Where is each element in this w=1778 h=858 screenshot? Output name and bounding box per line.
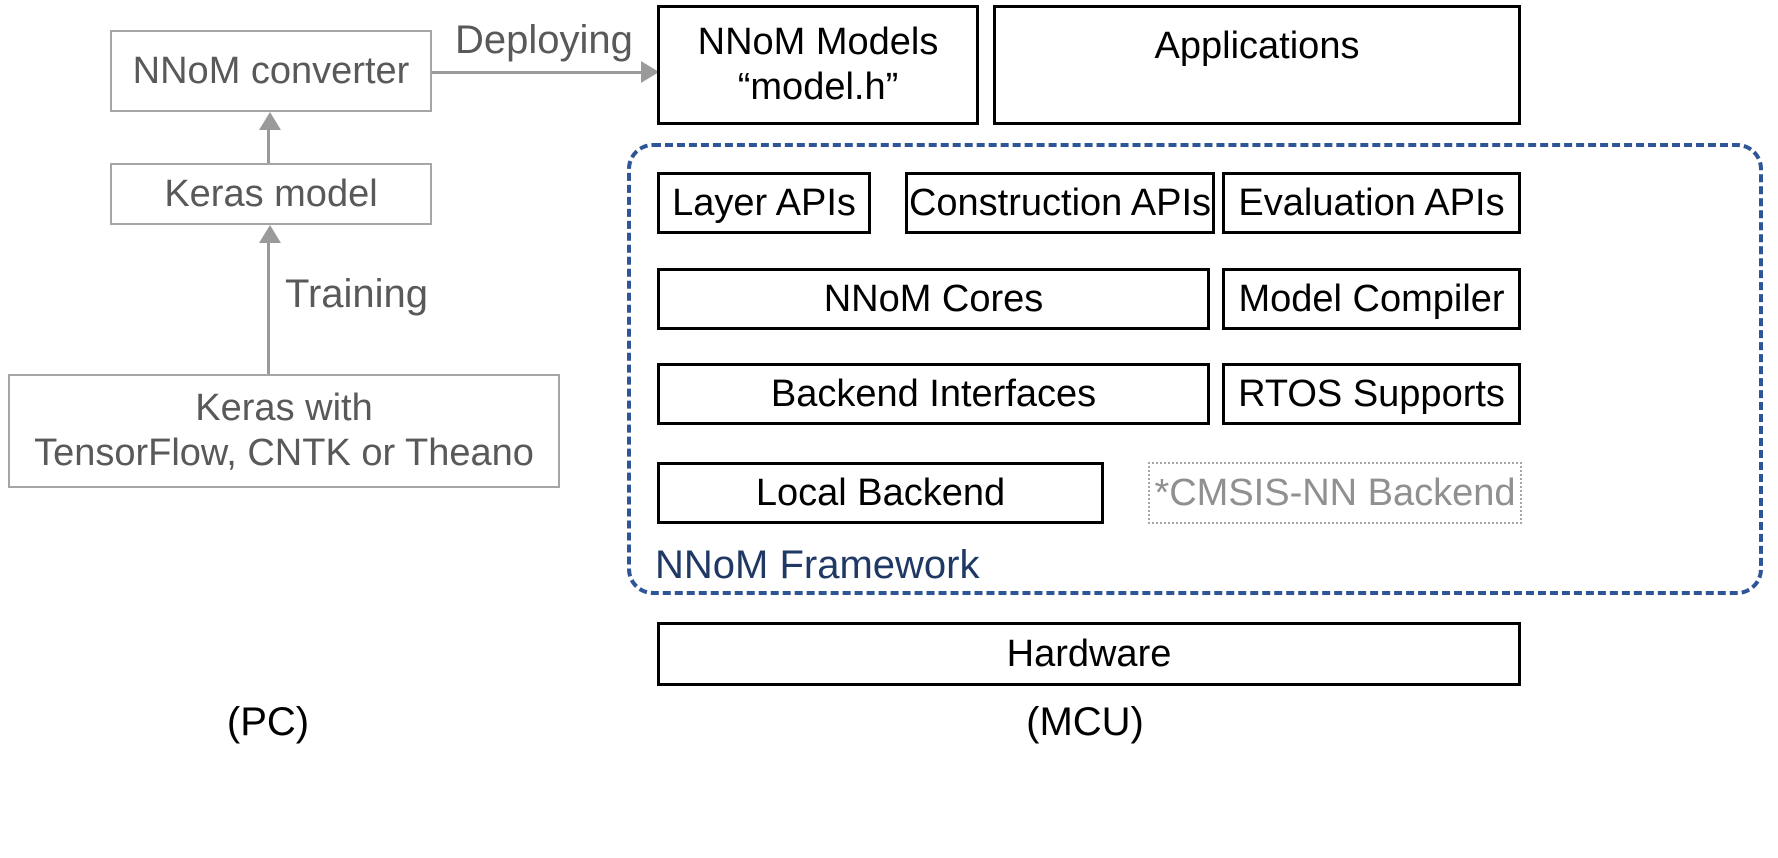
keras-backends-box: Keras with TensorFlow, CNTK or Theano <box>8 374 560 488</box>
arrow-training-head <box>259 225 281 243</box>
hardware-box: Hardware <box>657 622 1521 686</box>
cmsis-nn-backend-box: *CMSIS-NN Backend <box>1148 462 1522 524</box>
deploying-arrow-label: Deploying <box>455 18 633 62</box>
nnom-framework-label: NNoM Framework <box>655 543 980 587</box>
layer-apis-label: Layer APIs <box>672 181 856 224</box>
model-compiler-box: Model Compiler <box>1222 268 1521 330</box>
arrow-deploying-line <box>432 71 644 74</box>
backend-interfaces-label: Backend Interfaces <box>770 372 1097 415</box>
construction-apis-label: Construction APIs <box>908 181 1212 224</box>
training-arrow-label: Training <box>285 272 429 316</box>
keras-backends-line1: Keras with <box>195 387 373 430</box>
keras-backends-line2: TensorFlow, CNTK or Theano <box>34 432 534 474</box>
mcu-side-label: (MCU) <box>1026 700 1144 744</box>
applications-box: Applications <box>993 5 1521 125</box>
backend-interfaces-box: Backend Interfaces <box>657 363 1210 425</box>
cmsis-nn-backend-label: *CMSIS-NN Backend <box>1154 471 1516 514</box>
keras-model-label: Keras model <box>164 172 378 215</box>
model-compiler-label: Model Compiler <box>1238 277 1505 320</box>
arrow-keras-to-converter-line <box>267 128 270 166</box>
arrow-keras-to-converter-head <box>259 112 281 130</box>
pc-side-label: (PC) <box>226 700 310 744</box>
hardware-label: Hardware <box>1006 632 1172 675</box>
keras-model-box: Keras model <box>110 163 432 225</box>
nnom-converter-label: NNoM converter <box>132 49 410 92</box>
rtos-supports-box: RTOS Supports <box>1222 363 1521 425</box>
nnom-models-line2: “model.h” <box>737 66 899 108</box>
nnom-cores-label: NNoM Cores <box>823 277 1044 320</box>
local-backend-label: Local Backend <box>755 471 1006 514</box>
architecture-diagram: NNoM converter Keras model Training Kera… <box>0 0 1778 858</box>
layer-apis-box: Layer APIs <box>657 172 871 234</box>
nnom-converter-box: NNoM converter <box>110 30 432 112</box>
applications-label: Applications <box>1154 25 1360 67</box>
nnom-models-box: NNoM Models “model.h” <box>657 5 979 125</box>
evaluation-apis-label: Evaluation APIs <box>1238 181 1505 224</box>
nnom-cores-box: NNoM Cores <box>657 268 1210 330</box>
evaluation-apis-box: Evaluation APIs <box>1222 172 1521 234</box>
construction-apis-box: Construction APIs <box>905 172 1215 234</box>
local-backend-box: Local Backend <box>657 462 1104 524</box>
nnom-models-line1: NNoM Models <box>697 21 939 64</box>
rtos-supports-label: RTOS Supports <box>1238 372 1505 415</box>
